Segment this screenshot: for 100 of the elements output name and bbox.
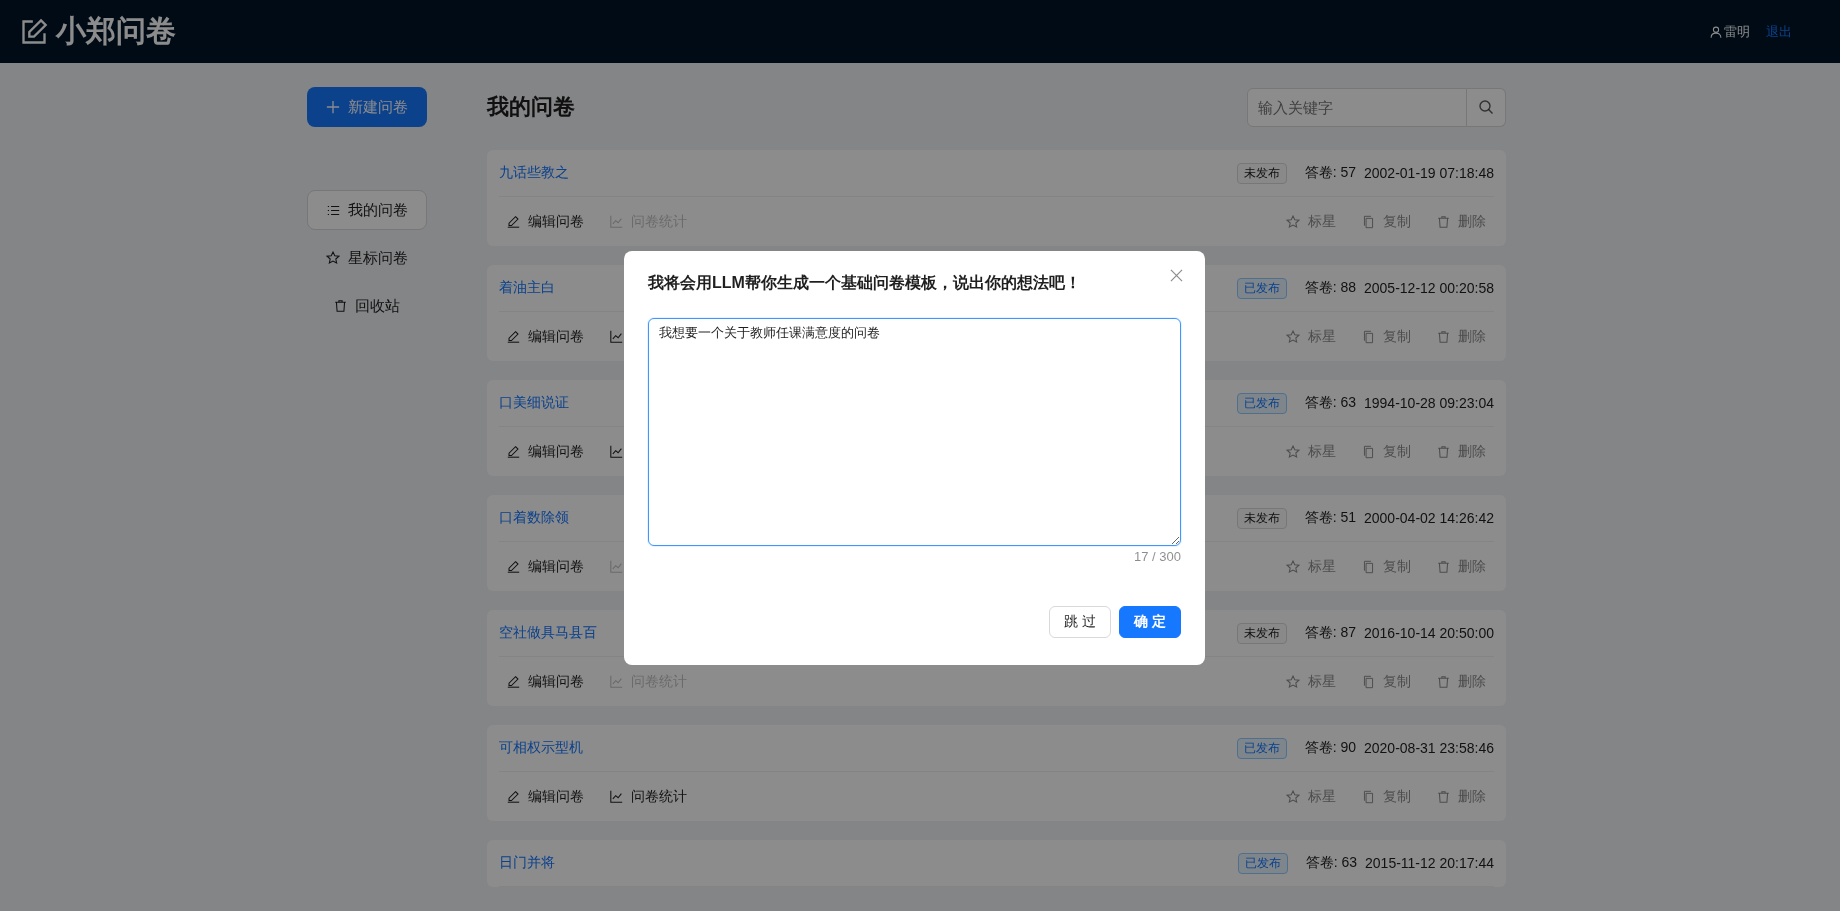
star-icon <box>1286 559 1300 574</box>
pen-icon <box>507 790 520 803</box>
created-time: 2020-08-31 23:58:46 <box>1364 740 1494 756</box>
copy-icon <box>1362 444 1375 459</box>
confirm-button[interactable]: 确 定 <box>1119 606 1181 638</box>
status-tag: 未发布 <box>1236 622 1287 644</box>
edit-button[interactable]: 编辑问卷 <box>499 553 592 580</box>
star-icon <box>1286 214 1300 229</box>
star-icon <box>1286 674 1300 689</box>
trash-icon <box>1437 444 1450 459</box>
answer-count: 答卷: 90 <box>1304 739 1356 757</box>
line-chart-icon <box>610 445 623 458</box>
star-button[interactable]: 标星 <box>1278 323 1344 350</box>
questionnaire-title[interactable]: 口着数除领 <box>499 509 569 527</box>
status-tag: 已发布 <box>1236 737 1287 759</box>
pen-icon <box>507 675 520 688</box>
questionnaire-title[interactable]: 口美细说证 <box>499 394 569 412</box>
idea-textarea[interactable]: 我想要一个关于教师任课满意度的问卷 <box>648 318 1181 546</box>
skip-button[interactable]: 跳 过 <box>1049 606 1112 638</box>
line-chart-icon <box>610 790 623 803</box>
answer-count: 答卷: 57 <box>1304 164 1356 182</box>
dialog-title: 我将会用LLM帮你生成一个基础问卷模板，说出你的想法吧！ <box>648 273 1081 293</box>
search-field[interactable]: 输入关键字 <box>1247 87 1467 127</box>
new-questionnaire-button[interactable]: 新建问卷 <box>307 87 427 127</box>
star-icon <box>1286 444 1300 459</box>
pen-icon <box>507 215 520 228</box>
questionnaire-title[interactable]: 九话些教之 <box>499 164 569 182</box>
created-time: 2002-01-19 07:18:48 <box>1364 165 1494 181</box>
delete-button[interactable]: 删除 <box>1429 668 1494 695</box>
delete-button[interactable]: 删除 <box>1429 208 1494 235</box>
app-logo[interactable]: 小郑问卷 <box>56 11 176 52</box>
star-icon <box>1286 789 1300 804</box>
questionnaire-title[interactable]: 日门并将 <box>499 854 555 872</box>
delete-button[interactable]: 删除 <box>1429 438 1494 465</box>
statistics-button[interactable]: 问卷统计 <box>602 783 695 810</box>
copy-icon <box>1362 674 1375 689</box>
close-icon <box>1170 269 1183 282</box>
star-icon <box>1286 329 1300 344</box>
sidebar-item[interactable]: 星标问卷 <box>307 238 427 278</box>
copy-icon <box>1362 214 1375 229</box>
plus-icon <box>326 100 340 114</box>
copy-button[interactable]: 复制 <box>1354 438 1419 465</box>
questionnaire-title[interactable]: 可相权示型机 <box>499 739 583 757</box>
star-icon <box>326 251 340 265</box>
copy-button[interactable]: 复制 <box>1354 208 1419 235</box>
trash-icon <box>1437 329 1450 344</box>
pen-icon <box>507 445 520 458</box>
line-chart-icon <box>610 330 623 343</box>
copy-button[interactable]: 复制 <box>1354 553 1419 580</box>
user-icon <box>1710 25 1722 38</box>
created-time: 2005-12-12 00:20:58 <box>1364 280 1494 296</box>
pen-icon <box>507 330 520 343</box>
copy-icon <box>1362 789 1375 804</box>
trash-icon <box>1437 674 1450 689</box>
trash-icon <box>1437 214 1450 229</box>
edit-button[interactable]: 编辑问卷 <box>499 208 592 235</box>
star-button[interactable]: 标星 <box>1278 438 1344 465</box>
star-button[interactable]: 标星 <box>1278 208 1344 235</box>
user-name: 雷明 <box>1724 22 1750 41</box>
trash-icon <box>334 299 347 313</box>
star-button[interactable]: 标星 <box>1278 668 1344 695</box>
questionnaire-title[interactable]: 着油主白 <box>499 279 555 297</box>
delete-button[interactable]: 删除 <box>1429 783 1494 810</box>
created-time: 2015-11-12 20:17:44 <box>1365 855 1494 871</box>
character-count: 17 / 300 <box>1133 549 1181 564</box>
delete-button[interactable]: 删除 <box>1429 553 1494 580</box>
logout-link[interactable]: 退出 <box>1766 22 1792 41</box>
copy-icon <box>1362 329 1375 344</box>
search-button[interactable] <box>1467 87 1506 127</box>
star-button[interactable]: 标星 <box>1278 553 1344 580</box>
answer-count: 答卷: 63 <box>1305 854 1358 872</box>
star-button[interactable]: 标星 <box>1278 783 1344 810</box>
copy-button[interactable]: 复制 <box>1354 323 1419 350</box>
status-tag: 已发布 <box>1236 392 1287 414</box>
created-time: 1994-10-28 09:23:04 <box>1364 395 1494 411</box>
created-time: 2000-04-02 14:26:42 <box>1364 510 1494 526</box>
trash-icon <box>1437 789 1450 804</box>
edit-button[interactable]: 编辑问卷 <box>499 783 592 810</box>
trash-icon <box>1437 559 1450 574</box>
copy-button[interactable]: 复制 <box>1354 668 1419 695</box>
edit-icon <box>20 17 48 46</box>
status-tag: 已发布 <box>1237 852 1288 874</box>
edit-button[interactable]: 编辑问卷 <box>499 438 592 465</box>
created-time: 2016-10-14 20:50:00 <box>1364 625 1494 641</box>
copy-button[interactable]: 复制 <box>1354 783 1419 810</box>
answer-count: 答卷: 88 <box>1304 279 1356 297</box>
status-tag: 未发布 <box>1236 162 1287 184</box>
answer-count: 答卷: 51 <box>1304 509 1356 527</box>
edit-button[interactable]: 编辑问卷 <box>499 323 592 350</box>
sidebar-item[interactable]: 我的问卷 <box>307 190 427 230</box>
sidebar-item[interactable]: 回收站 <box>307 286 427 326</box>
questionnaire-title[interactable]: 空社做具马县百 <box>499 624 597 642</box>
edit-button[interactable]: 编辑问卷 <box>499 668 592 695</box>
answer-count: 答卷: 87 <box>1304 624 1356 642</box>
delete-button[interactable]: 删除 <box>1429 323 1494 350</box>
page-title: 我的问卷 <box>487 93 575 121</box>
status-tag: 已发布 <box>1236 277 1287 299</box>
list-icon <box>326 203 340 217</box>
answer-count: 答卷: 63 <box>1304 394 1356 412</box>
copy-icon <box>1362 559 1375 574</box>
